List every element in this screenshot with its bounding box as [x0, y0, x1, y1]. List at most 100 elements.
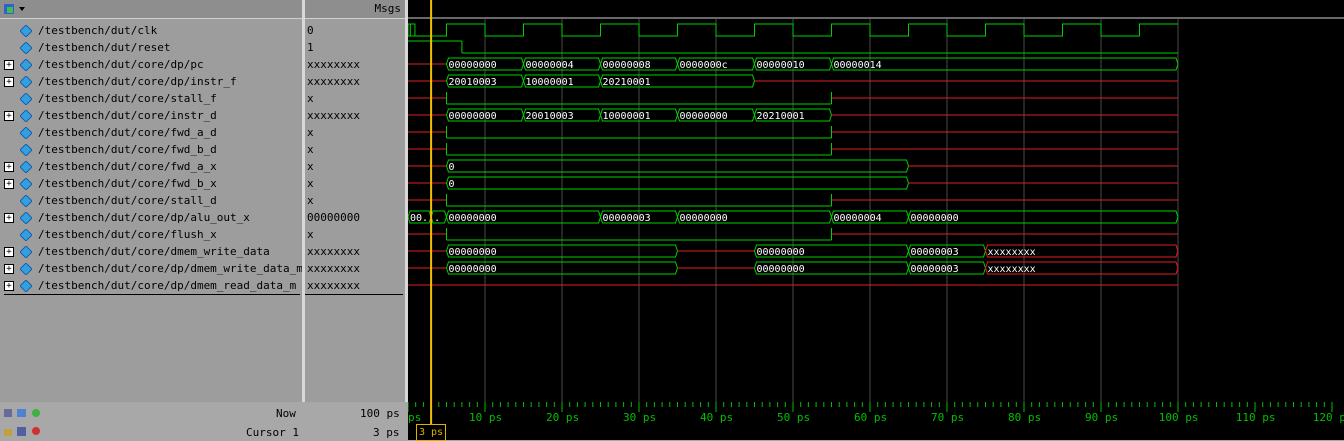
signal-name: /testbench/dut/core/fwd_b_d: [38, 143, 217, 156]
wrench-icon: [17, 427, 26, 436]
add-icon: [32, 409, 40, 417]
now-toolbar-icons: [4, 409, 40, 417]
bus-segment: [445, 176, 910, 190]
timeline-tick-label: 60 ps: [854, 411, 887, 424]
signal-value-row[interactable]: xxxxxxxx: [305, 277, 405, 294]
signal-row[interactable]: + /testbench/dut/core/fwd_a_x: [0, 158, 302, 175]
timeline-tick-label: 120 ps: [1313, 411, 1344, 424]
signal-diamond-icon: [20, 212, 32, 224]
signal-name: /testbench/dut/core/fwd_b_x: [38, 177, 217, 190]
signal-value-row[interactable]: xxxxxxxx: [305, 56, 405, 73]
bus-segment: [830, 57, 1179, 71]
signal-value-row[interactable]: 00000000: [305, 209, 405, 226]
bus-value-label: 00000000: [680, 213, 728, 224]
signal-diamond-icon: [20, 263, 32, 275]
expand-toggle-icon[interactable]: +: [4, 281, 14, 291]
signal-row[interactable]: + /testbench/dut/core/instr_d: [0, 107, 302, 124]
signal-diamond-icon: [20, 144, 32, 156]
signal-value-row[interactable]: 1: [305, 39, 405, 56]
signal-row[interactable]: + /testbench/dut/core/fwd_b_x: [0, 175, 302, 192]
signal-value-row[interactable]: x: [305, 158, 405, 175]
signal-row[interactable]: /testbench/dut/core/stall_d: [0, 192, 302, 209]
signal-row[interactable]: /testbench/dut/core/fwd_b_d: [0, 141, 302, 158]
expand-toggle-icon[interactable]: +: [4, 60, 14, 70]
signal-diamond-icon: [20, 178, 32, 190]
signal-value-row[interactable]: xxxxxxxx: [305, 243, 405, 260]
timeline-tick-label: 40 ps: [700, 411, 733, 424]
signal-value-row[interactable]: x: [305, 141, 405, 158]
signal-value: 0: [307, 24, 314, 37]
signal-row[interactable]: + /testbench/dut/core/dp/pc: [0, 56, 302, 73]
signal-row[interactable]: /testbench/dut/core/flush_x: [0, 226, 302, 243]
signal-diamond-icon: [20, 246, 32, 258]
timeline-tick-label: 10 ps: [469, 411, 502, 424]
expand-toggle-icon[interactable]: +: [4, 162, 14, 172]
signal-row[interactable]: /testbench/dut/core/fwd_a_d: [0, 124, 302, 141]
bus-value-label: xxxxxxxx: [988, 264, 1036, 275]
signal-value-row[interactable]: x: [305, 124, 405, 141]
timeline-tick-label: 50 ps: [777, 411, 810, 424]
signal-row[interactable]: + /testbench/dut/core/dp/instr_f: [0, 73, 302, 90]
signal-row[interactable]: /testbench/dut/core/stall_f: [0, 90, 302, 107]
bus-value-label: 00000003: [911, 264, 959, 275]
signal-row[interactable]: + /testbench/dut/core/dmem_write_data: [0, 243, 302, 260]
wave-window-icon[interactable]: [3, 2, 27, 16]
signal-value-row[interactable]: 0: [305, 22, 405, 39]
bus-value-label: xxxxxxxx: [988, 247, 1036, 258]
signal-value: x: [307, 126, 314, 139]
bus-value-label: 00000000: [911, 213, 959, 224]
expand-toggle-icon[interactable]: +: [4, 77, 14, 87]
waveform-pane[interactable]: 00000000 00000004 00000008 0000000c 00000010…: [408, 0, 1344, 402]
signal-name: /testbench/dut/core/dp/pc: [38, 58, 204, 71]
expand-toggle-icon[interactable]: +: [4, 111, 14, 121]
signal-value-row[interactable]: x: [305, 90, 405, 107]
signal-value-row[interactable]: xxxxxxxx: [305, 73, 405, 90]
expand-toggle-icon[interactable]: +: [4, 179, 14, 189]
bus-value-label: 00000000: [757, 247, 805, 258]
signal-row[interactable]: /testbench/dut/reset: [0, 39, 302, 56]
timeline-ruler[interactable]: ps 10 ps 20 ps 30 ps 40 ps 50 ps 60 ps 70 ps 80 …: [408, 402, 1344, 440]
signal-name: /testbench/dut/core/instr_d: [38, 109, 217, 122]
bus-value-label: 20210001: [757, 111, 805, 122]
bus-value-label: 00000004: [834, 213, 882, 224]
names-header: [0, 0, 302, 19]
cursor-toolbar-icons: [4, 427, 40, 436]
expand-toggle-icon[interactable]: +: [4, 247, 14, 257]
cursor-time-box[interactable]: 3 ps: [416, 424, 447, 441]
signal-diamond-icon: [20, 161, 32, 173]
expand-toggle-icon[interactable]: +: [4, 213, 14, 223]
signal-name: /testbench/dut/core/dmem_write_data: [38, 245, 270, 258]
remove-cursor-icon: [32, 427, 40, 435]
signal-value-row[interactable]: x: [305, 192, 405, 209]
signal-name: /testbench/dut/core/dp/dmem_write_data_m: [38, 262, 302, 275]
expand-toggle-icon[interactable]: +: [4, 264, 14, 274]
now-label: Now: [276, 407, 296, 420]
signal-name: /testbench/dut/clk: [38, 24, 158, 37]
signal-diamond-icon: [20, 59, 32, 71]
signal-value-row[interactable]: xxxxxxxx: [305, 107, 405, 124]
signal-name: /testbench/dut/core/dp/dmem_read_data_m: [38, 279, 297, 292]
signal-diamond-icon: [20, 93, 32, 105]
signal-value: xxxxxxxx: [307, 58, 360, 71]
signal-row[interactable]: /testbench/dut/clk: [0, 22, 302, 39]
signal-row[interactable]: + /testbench/dut/core/dp/alu_out_x: [0, 209, 302, 226]
signal-value-row[interactable]: x: [305, 175, 405, 192]
signal-value: x: [307, 160, 314, 173]
signal-diamond-icon: [20, 25, 32, 37]
signal-value: xxxxxxxx: [307, 109, 360, 122]
cursor-label[interactable]: Cursor 1: [246, 426, 299, 439]
signal-value-row[interactable]: xxxxxxxx: [305, 260, 405, 277]
signal-value-row[interactable]: x: [305, 226, 405, 243]
bus-value-label: 20210001: [603, 77, 651, 88]
bus-value-label: 00000003: [603, 213, 651, 224]
signal-diamond-icon: [20, 110, 32, 122]
signal-row[interactable]: + /testbench/dut/core/dp/dmem_read_data_m: [0, 277, 302, 294]
timeline-tick-label: 30 ps: [623, 411, 656, 424]
waveform-canvas[interactable]: 00000000 00000004 00000008 0000000c 00000010…: [408, 0, 1344, 402]
signal-name: /testbench/dut/core/stall_f: [38, 92, 217, 105]
signal-row[interactable]: + /testbench/dut/core/dp/dmem_write_data_…: [0, 260, 302, 277]
timeline-tick-label: 70 ps: [931, 411, 964, 424]
bus-value-label: 00000010: [757, 60, 805, 71]
list-end-divider: [4, 294, 300, 295]
signal-value: xxxxxxxx: [307, 75, 360, 88]
